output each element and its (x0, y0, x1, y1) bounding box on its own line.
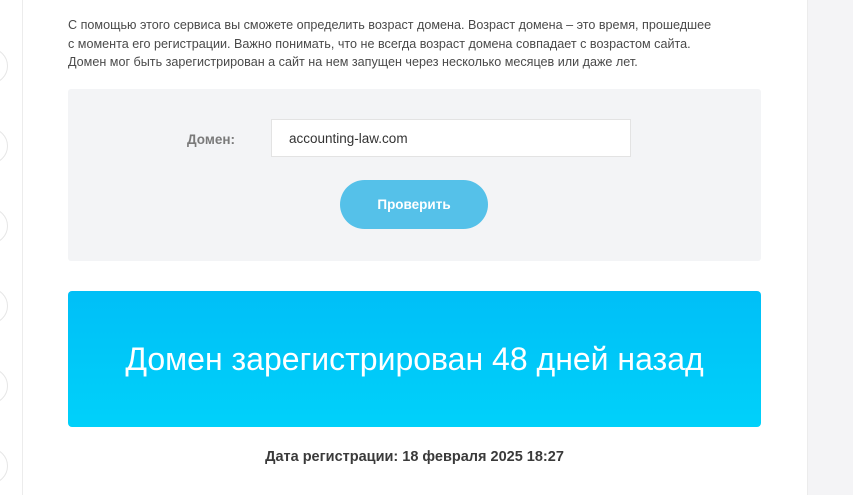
description-line: Домен мог быть зарегистрирован а сайт на… (68, 55, 638, 69)
domain-field-label: Домен: (187, 132, 235, 147)
domain-check-form: Домен: Проверить (68, 89, 761, 261)
service-description: С помощью этого сервиса вы сможете опред… (68, 16, 768, 72)
sidebar-circle-icon[interactable] (0, 208, 8, 244)
sidebar-circle-icon[interactable] (0, 448, 8, 484)
sidebar-circle-icon[interactable] (0, 288, 8, 324)
right-sidebar-panel (807, 0, 853, 495)
description-line: С помощью этого сервиса вы сможете опред… (68, 18, 712, 32)
registration-date: Дата регистрации: 18 февраля 2025 18:27 (265, 449, 564, 465)
sidebar-circle-icon[interactable] (0, 128, 8, 164)
result-banner: Домен зарегистрирован 48 дней назад (68, 291, 761, 427)
left-sidebar-rail (0, 0, 23, 495)
check-button[interactable]: Проверить (340, 180, 488, 229)
domain-input[interactable] (271, 119, 631, 157)
sidebar-circle-icon[interactable] (0, 48, 8, 84)
domain-age-result: Домен зарегистрирован 48 дней назад (125, 341, 704, 377)
description-line: с момента его регистрации. Важно понимат… (68, 36, 691, 51)
sidebar-circle-icon[interactable] (0, 368, 8, 404)
